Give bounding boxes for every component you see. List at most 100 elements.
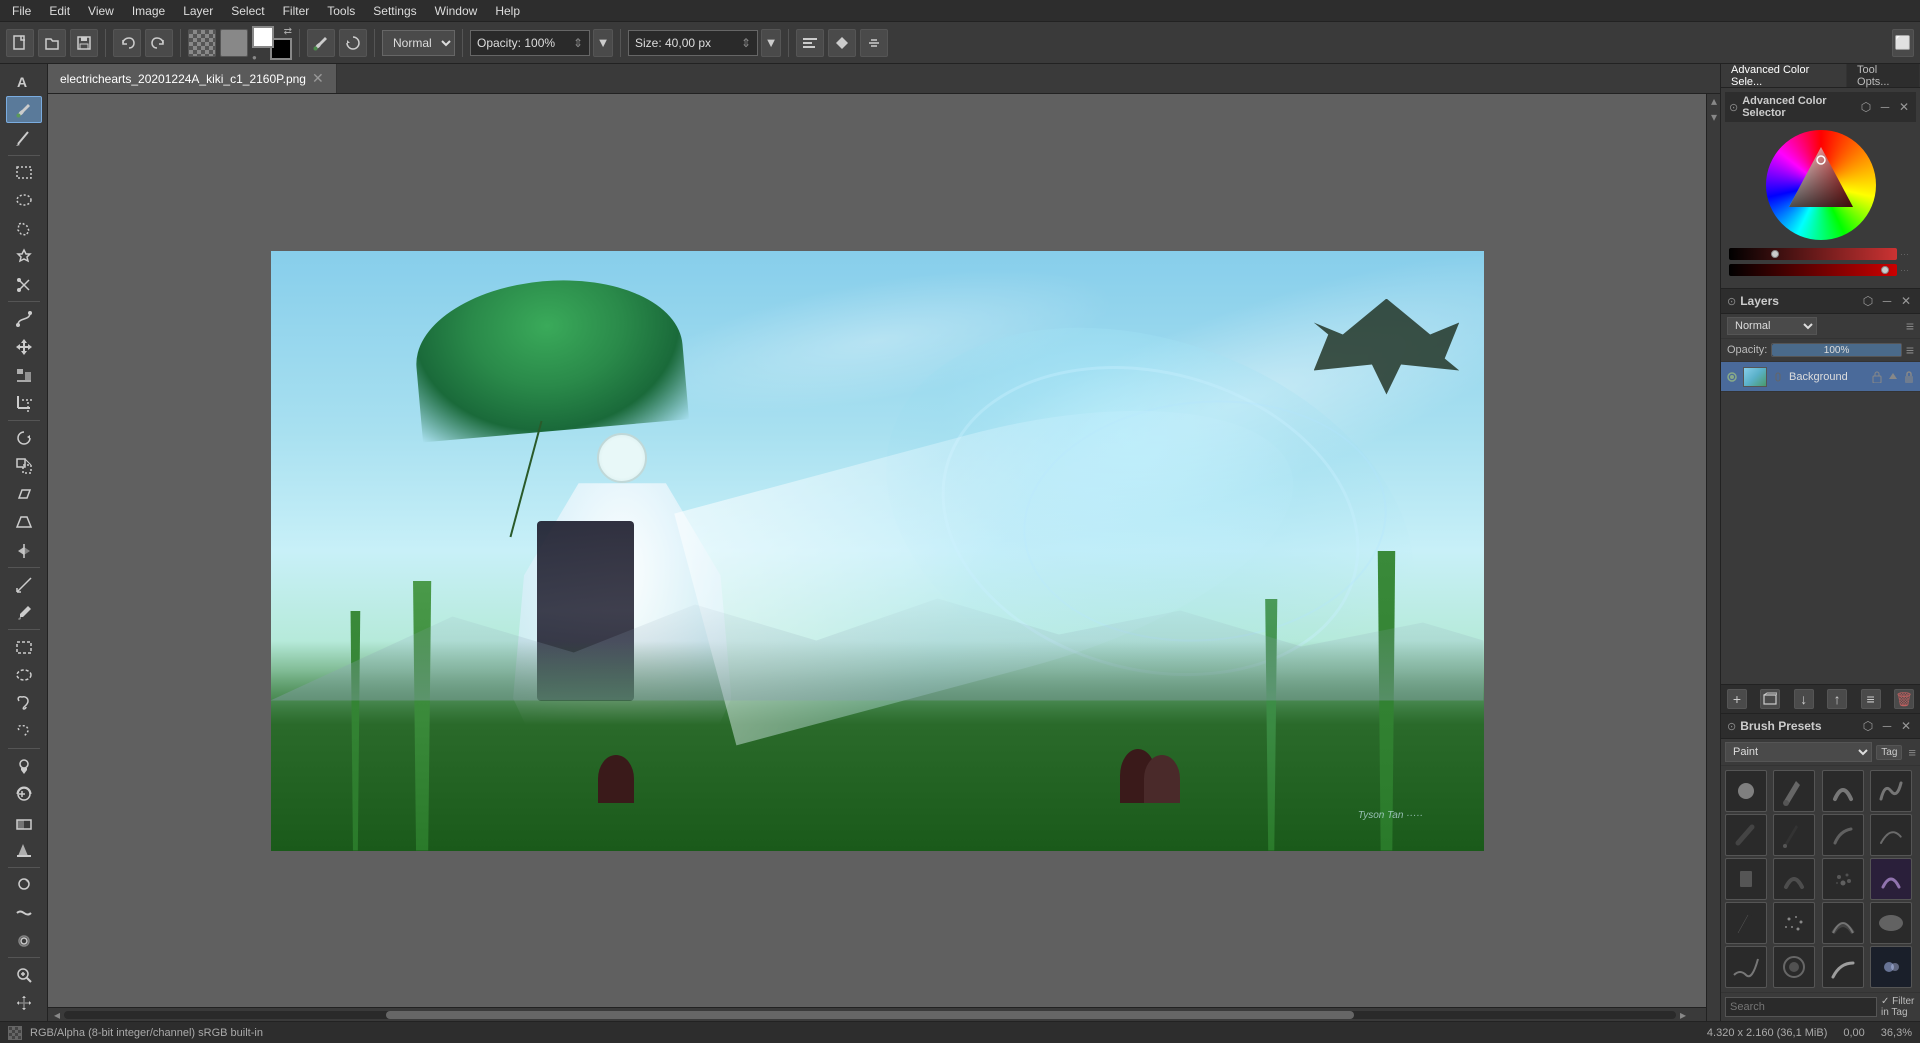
open-button[interactable] [38, 29, 66, 57]
brush-icon[interactable] [307, 29, 335, 57]
brush-item-0-2[interactable] [1822, 770, 1864, 812]
statusbar-mode-icon[interactable] [8, 1026, 22, 1040]
menu-window[interactable]: Window [427, 2, 486, 20]
path-tool-button[interactable] [6, 305, 42, 332]
hue-slider-track[interactable] [1729, 248, 1897, 260]
layer-blend-select[interactable]: Normal [1727, 317, 1817, 335]
canvas-tab[interactable]: electrichearts_20201224A_kiki_c1_2160P.p… [48, 64, 337, 93]
hscroll-left-button[interactable]: ◂ [50, 1008, 64, 1022]
layer-opacity-slider[interactable]: 100% [1771, 343, 1901, 357]
fill-tool-button[interactable] [6, 837, 42, 864]
fuzzy-select-button[interactable] [6, 243, 42, 270]
menu-settings[interactable]: Settings [365, 2, 424, 20]
rect-select-button[interactable] [6, 159, 42, 186]
hue-slider-options[interactable]: ⋯ [1900, 249, 1912, 260]
move-layer-down-button[interactable]: ↓ [1794, 689, 1814, 709]
reset-colors-icon[interactable]: ● [252, 53, 257, 62]
menu-help[interactable]: Help [487, 2, 528, 20]
reset-brush-icon[interactable] [339, 29, 367, 57]
opacity-options[interactable]: ▼ [593, 29, 613, 57]
dodge-burn-button[interactable] [6, 871, 42, 898]
brush-item-0-3[interactable] [1870, 770, 1912, 812]
menu-file[interactable]: File [4, 2, 39, 20]
canvas-viewport[interactable]: Tyson Tan ····· [48, 94, 1706, 1007]
brush-item-2-0[interactable] [1725, 858, 1767, 900]
align-right-icon[interactable] [860, 29, 888, 57]
brush-item-4-2[interactable] [1822, 946, 1864, 988]
hscroll-track[interactable] [64, 1011, 1676, 1019]
layer-opacity-options[interactable]: ≡ [1906, 342, 1914, 358]
layers-float-button[interactable]: ⬡ [1860, 293, 1876, 309]
undo-button[interactable] [113, 29, 141, 57]
text-tool-button[interactable]: A [6, 68, 42, 95]
ellipse-select-button[interactable] [6, 187, 42, 214]
add-layer-button[interactable]: + [1727, 689, 1747, 709]
color-panel-minimize-button[interactable]: ─ [1877, 99, 1893, 115]
brush-item-4-0[interactable] [1725, 946, 1767, 988]
save-button[interactable] [70, 29, 98, 57]
brush-category-select[interactable]: Paint [1725, 742, 1872, 762]
brush-close-button[interactable]: ✕ [1898, 718, 1914, 734]
measure-tool-button[interactable] [6, 571, 42, 598]
layers-options-icon[interactable]: ≡ [1906, 318, 1914, 334]
pencil-tool-button[interactable] [6, 124, 42, 151]
menu-layer[interactable]: Layer [175, 2, 221, 20]
brush-float-button[interactable]: ⬡ [1860, 718, 1876, 734]
vscroll-down-button[interactable]: ▾ [1707, 110, 1720, 124]
delete-layer-button[interactable]: 🗑 [1894, 689, 1914, 709]
brush-tag-button[interactable]: Tag [1876, 745, 1902, 760]
color-panel-close-button[interactable]: ✕ [1896, 99, 1912, 115]
brush-item-4-3[interactable] [1870, 946, 1912, 988]
eraser-tool-button[interactable] [6, 809, 42, 836]
rotate-tool-button[interactable] [6, 424, 42, 451]
blend-mode-select[interactable]: Normal [382, 30, 455, 56]
color-swatches[interactable]: ⇄ ● [252, 26, 292, 60]
scale-tool-button[interactable] [6, 452, 42, 479]
menu-edit[interactable]: Edit [41, 2, 78, 20]
size-arrows[interactable]: ⇕ [741, 36, 751, 50]
maximize-icon[interactable]: ⬜ [1892, 29, 1914, 57]
new-button[interactable] [6, 29, 34, 57]
crop-tool-button[interactable] [6, 390, 42, 417]
tab-advanced-color[interactable]: Advanced Color Sele... [1721, 64, 1847, 87]
align-left-icon[interactable] [796, 29, 824, 57]
sat-slider-thumb[interactable] [1881, 266, 1889, 274]
gray-btn[interactable] [220, 29, 248, 57]
foreground-swatch[interactable] [252, 26, 274, 48]
brush-search-input[interactable] [1725, 997, 1877, 1017]
brush-item-3-2[interactable] [1822, 902, 1864, 944]
color-panel-float-button[interactable]: ⬡ [1858, 99, 1874, 115]
vertical-scrollbar[interactable]: ▴ ▾ [1706, 94, 1720, 1021]
brush-item-3-3[interactable] [1870, 902, 1912, 944]
lasso1-button[interactable] [6, 690, 42, 717]
brush-item-1-2[interactable] [1822, 814, 1864, 856]
ellipse-sel2-button[interactable] [6, 662, 42, 689]
brush-item-3-0[interactable] [1725, 902, 1767, 944]
brush-minimize-button[interactable]: ─ [1879, 718, 1895, 734]
blur-tool-button[interactable] [6, 927, 42, 954]
zoom-tool-button[interactable] [6, 961, 42, 988]
color-wheel-container[interactable] [1725, 126, 1916, 244]
hue-slider-thumb[interactable] [1771, 250, 1779, 258]
color-wheel-wrapper[interactable] [1766, 130, 1876, 240]
flip-tool-button[interactable] [6, 537, 42, 564]
move-layer-up-button[interactable]: ↑ [1827, 689, 1847, 709]
layer-alpha-lock-icon[interactable] [1870, 370, 1884, 384]
free-select-button[interactable] [6, 215, 42, 242]
brush-options-icon[interactable]: ≡ [1908, 745, 1916, 760]
heal-tool-button[interactable] [6, 780, 42, 807]
brush-item-1-1[interactable] [1773, 814, 1815, 856]
align-center-icon[interactable] [828, 29, 856, 57]
group-layer-button[interactable] [1760, 689, 1780, 709]
color-wheel-inner[interactable] [1778, 142, 1864, 228]
clone-tool-button[interactable] [6, 752, 42, 779]
menu-tools[interactable]: Tools [319, 2, 363, 20]
opacity-display[interactable]: Opacity: 100% ⇕ [470, 30, 590, 56]
horizontal-scrollbar[interactable]: ◂ ▸ [48, 1007, 1706, 1021]
menu-view[interactable]: View [80, 2, 122, 20]
sat-slider-options[interactable]: ⋯ [1900, 265, 1912, 276]
layer-menu-button[interactable]: ≡ [1861, 689, 1881, 709]
layers-close-button[interactable]: ✕ [1898, 293, 1914, 309]
brush-item-2-3[interactable] [1870, 858, 1912, 900]
brush-item-1-0[interactable] [1725, 814, 1767, 856]
